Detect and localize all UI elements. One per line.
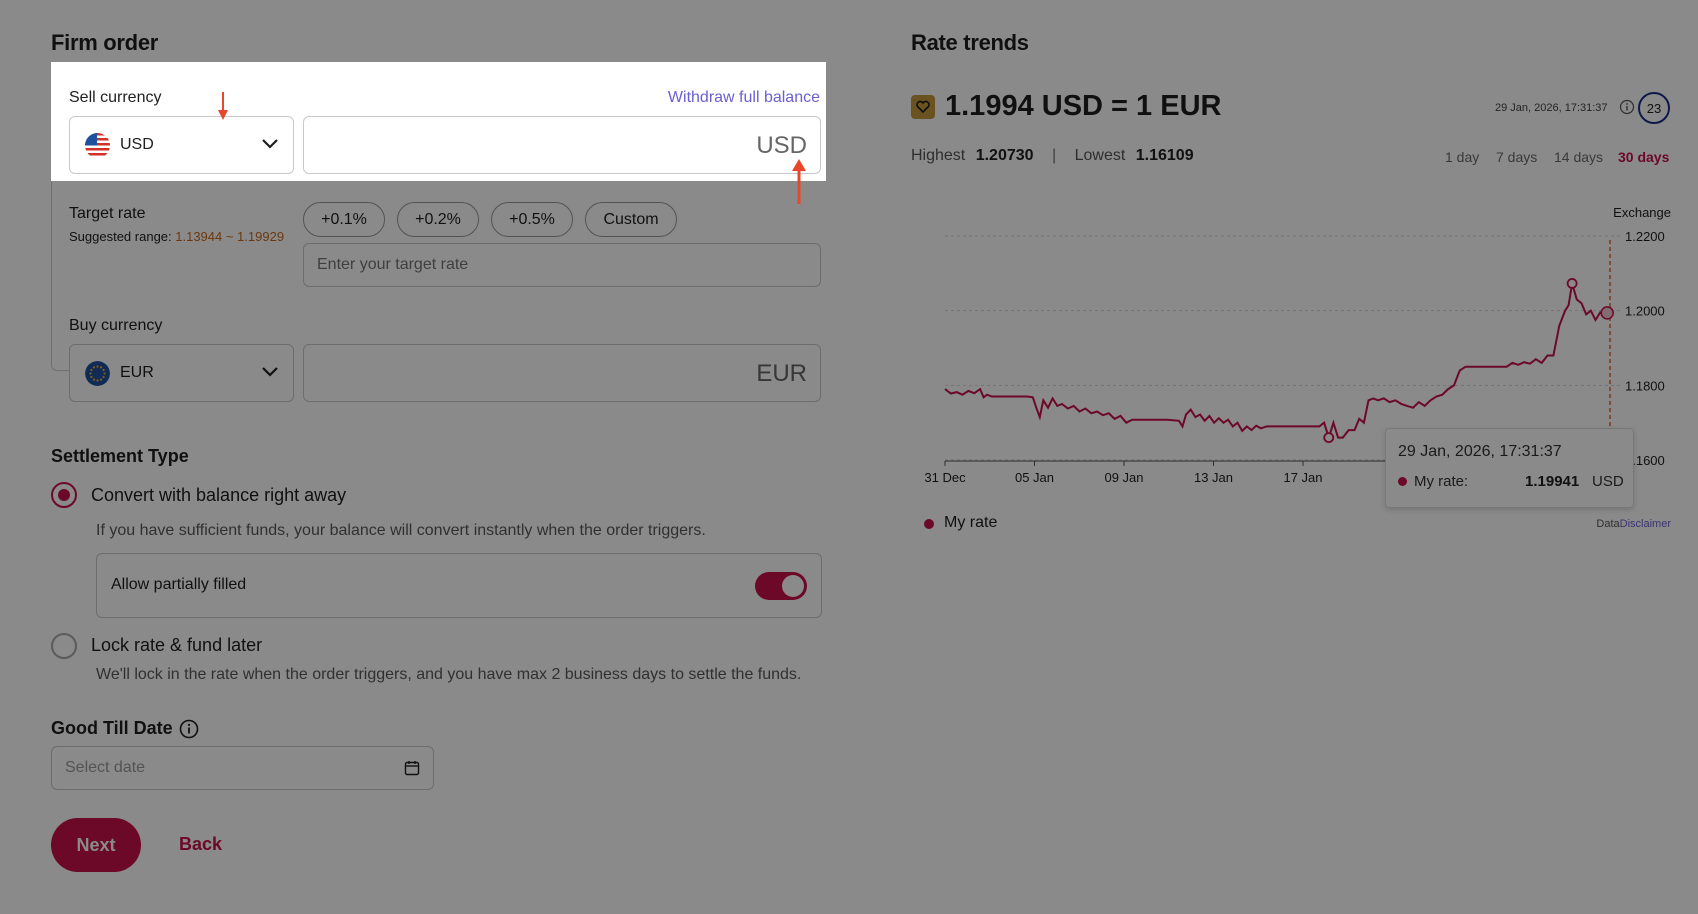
series-line-my-rate [944,283,1608,441]
good-till-date-label: Good Till Date [51,718,173,738]
rate-trends-title: Rate trends [911,30,1029,55]
suggested-range: Suggested range: 1.13944 ~ 1.19929 [69,229,284,244]
sell-amount-input[interactable]: USD [303,116,821,174]
lowest-marker [1323,432,1335,444]
buy-amount-input[interactable]: EUR [303,344,821,402]
buy-currency-label: Buy currency [69,317,163,334]
x-tick-label: 13 Jan [1194,470,1233,485]
buy-currency-select[interactable]: EUR [69,344,294,402]
period-7-days[interactable]: 7 days [1496,149,1537,165]
y-tick-label: 1.1800 [1625,378,1665,393]
page-title: Firm order [51,30,159,55]
target-rate-label: Target rate [69,205,146,222]
x-tick-label: 31 Dec [924,470,966,485]
legend-dot [924,519,934,529]
sell-currency-select[interactable]: USD [69,116,294,174]
highest-marker [1566,278,1578,289]
chevron-down-icon [262,139,278,149]
date-placeholder: Select date [65,759,146,776]
radio-lock-rate[interactable] [51,633,77,659]
disclaimer-link[interactable]: Disclaimer [1620,518,1671,530]
refresh-countdown[interactable]: 23 [1638,92,1670,124]
info-icon[interactable] [1619,99,1635,115]
settlement-type-title: Settlement Type [51,446,189,466]
y-axis-label: Exchange [1613,205,1671,220]
heart-icon [916,100,930,114]
option-convert-desc: If you have sufficient funds, your balan… [96,522,706,539]
chevron-down-icon [262,367,278,377]
tooltip-date: 29 Jan, 2026, 17:31:37 [1398,443,1562,460]
arrow-down-annotation-icon [218,92,228,120]
target-rate-input[interactable] [303,243,821,287]
eu-flag-icon [85,360,110,386]
data-label: Data [1596,518,1620,530]
option-lock-desc: We'll lock in the rate when the order tr… [96,666,802,683]
arrow-up-annotation-icon [792,159,806,204]
us-flag-icon [85,132,110,158]
radio-convert-right-away[interactable] [51,482,77,508]
suggested-range-prefix: Suggested range: [69,229,176,244]
highest-label: Highest [911,147,966,164]
x-tick-label: 17 Jan [1283,470,1322,485]
toggle-knob [782,575,804,597]
data-disclaimer: DataDisclaimer [1596,518,1671,530]
stats-separator: | [1052,147,1057,164]
rate-chip-0-2[interactable]: +0.2% [397,202,479,237]
option-convert-label: Convert with balance right away [91,485,347,505]
calendar-icon[interactable] [404,760,420,776]
highest-value: 1.20730 [975,147,1034,164]
y-tick-label: 1.2200 [1625,229,1665,244]
partial-fill-box: Allow partially filled [96,553,822,618]
sell-currency-value: USD [120,136,154,153]
back-button[interactable]: Back [179,834,222,855]
option-lock-label: Lock rate & fund later [91,635,263,655]
partial-fill-toggle[interactable] [755,572,807,600]
legend-label: My rate [944,514,998,531]
favorite-badge[interactable] [911,95,935,119]
period-1-day[interactable]: 1 day [1445,149,1479,165]
period-30-days[interactable]: 30 days [1618,149,1669,165]
tooltip-unit: USD [1592,473,1624,490]
current-rate: 1.1994 USD = 1 EUR [945,90,1222,122]
x-tick-label: 09 Jan [1104,470,1143,485]
partial-fill-label: Allow partially filled [111,576,247,593]
info-icon[interactable] [179,719,199,739]
rate-timestamp: 29 Jan, 2026, 17:31:37 [1495,102,1608,114]
sell-amount-suffix: USD [756,132,807,159]
lowest-label: Lowest [1074,147,1126,164]
tooltip-legend-dot [1398,477,1407,486]
x-axis-ticks: 31 Dec 05 Jan 09 Jan 13 Jan 17 Jan [924,461,1323,485]
sell-currency-label: Sell currency [69,89,162,106]
rate-chip-0-1[interactable]: +0.1% [303,202,385,237]
rate-chip-0-5[interactable]: +0.5% [491,202,573,237]
good-till-date-title: Good Till Date [51,718,199,739]
chart-tooltip: 29 Jan, 2026, 17:31:37 My rate: 1.19941 … [1385,428,1634,508]
suggested-range-value: 1.13944 ~ 1.19929 [175,229,285,244]
rate-stats: Highest 1.20730 | Lowest 1.16109 [911,147,1194,165]
y-tick-label: 1.2000 [1625,304,1665,319]
current-point-marker[interactable] [1600,306,1614,320]
period-14-days[interactable]: 14 days [1554,149,1603,165]
tooltip-value: 1.19941 [1525,473,1580,490]
next-button[interactable]: Next [51,818,141,872]
buy-amount-suffix: EUR [756,360,807,387]
withdraw-full-balance-link[interactable]: Withdraw full balance [668,89,820,107]
rate-chip-custom[interactable]: Custom [585,202,677,237]
tooltip-label: My rate: [1414,473,1469,490]
date-picker-input[interactable]: Select date [51,746,434,790]
lowest-value: 1.16109 [1135,147,1194,164]
buy-currency-value: EUR [120,364,154,381]
x-tick-label: 05 Jan [1015,470,1054,485]
